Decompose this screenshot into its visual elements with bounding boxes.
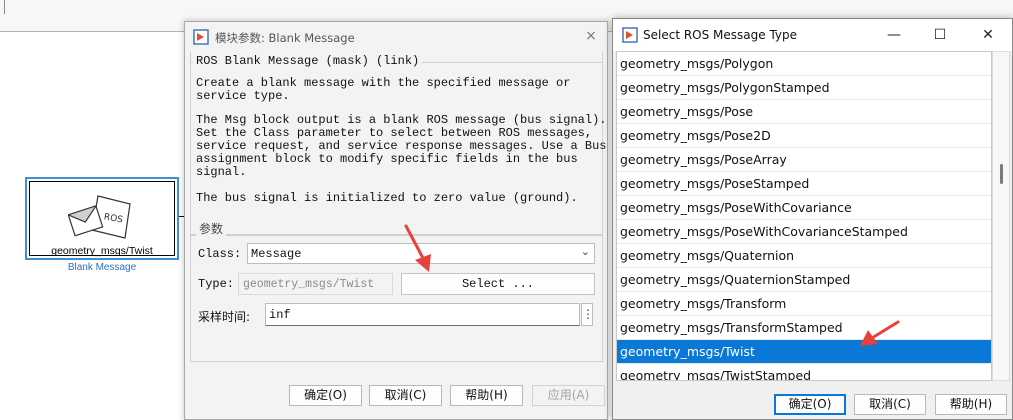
sample-time-label: 采样时间: (198, 310, 251, 324)
message-type-list[interactable]: geometry_msgs/Polygon geometry_msgs/Polyg… (616, 51, 992, 381)
message-type-item[interactable]: geometry_msgs/Twist (617, 340, 991, 364)
message-type-item[interactable]: geometry_msgs/TwistStamped (617, 364, 991, 380)
close-icon[interactable]: ✕ (965, 19, 1011, 51)
close-icon[interactable]: × (581, 26, 601, 46)
canvas-divider (4, 0, 5, 14)
message-type-item[interactable]: geometry_msgs/Polygon (617, 52, 991, 76)
sample-time-input[interactable]: inf (265, 303, 580, 326)
apply-button[interactable]: 应用(A) (532, 385, 605, 406)
message-type-item[interactable]: geometry_msgs/Quaternion (617, 244, 991, 268)
chevron-down-icon: ⌄ (580, 245, 590, 258)
message-type-item[interactable]: geometry_msgs/TransformStamped (617, 316, 991, 340)
simulink-app-icon (622, 27, 638, 43)
ok-button[interactable]: 确定(O) (289, 385, 362, 406)
parameters-heading: 参数 (196, 220, 227, 237)
blank-message-block[interactable]: ROS geometry_msgs/Twist (25, 177, 179, 260)
message-type-item[interactable]: geometry_msgs/PoseStamped (617, 172, 991, 196)
message-type-item[interactable]: geometry_msgs/PoseWithCovariance (617, 196, 991, 220)
type-field-value: geometry_msgs/Twist (243, 278, 375, 291)
select-type-button[interactable]: Select ... (401, 273, 595, 295)
description-paragraph: The Msg block output is a blank ROS mess… (196, 113, 607, 179)
simulink-app-icon (193, 29, 209, 45)
class-dropdown[interactable]: Message ⌄ (247, 243, 595, 264)
select-ros-message-type-window: Select ROS Message Type — ☐ ✕ geometry_m… (612, 18, 1013, 420)
message-type-item[interactable]: geometry_msgs/PoseWithCovarianceStamped (617, 220, 991, 244)
param-dialog-titlebar[interactable]: 模块参数: Blank Message × (185, 22, 607, 51)
sample-time-value: inf (269, 308, 291, 322)
class-label: Class: (198, 247, 242, 261)
ros-window-titlebar[interactable]: Select ROS Message Type — ☐ ✕ (613, 19, 1012, 51)
message-type-item[interactable]: geometry_msgs/Pose (617, 100, 991, 124)
help-button[interactable]: 帮助(H) (935, 394, 1007, 415)
scrollbar-thumb[interactable] (1000, 164, 1003, 184)
message-type-item[interactable]: geometry_msgs/QuaternionStamped (617, 268, 991, 292)
description-paragraph: Create a blank message with the specifie… (196, 76, 571, 103)
ros-window-title: Select ROS Message Type (643, 28, 798, 42)
block-name[interactable]: Blank Message (27, 262, 177, 273)
maximize-icon[interactable]: ☐ (917, 19, 963, 51)
minimize-icon[interactable]: — (871, 19, 917, 51)
more-options-icon[interactable]: ⋮ (581, 303, 594, 326)
block-frame: ROS geometry_msgs/Twist (29, 181, 175, 257)
ros-message-envelope-icon: ROS (68, 195, 131, 239)
message-type-item[interactable]: geometry_msgs/PoseArray (617, 148, 991, 172)
type-label: Type: (198, 277, 235, 291)
block-parameters-dialog: 模块参数: Blank Message × ROS Blank Message … (184, 21, 608, 420)
message-type-item[interactable]: geometry_msgs/PolygonStamped (617, 76, 991, 100)
help-button[interactable]: 帮助(H) (450, 385, 523, 406)
list-scrollbar[interactable] (992, 51, 1010, 381)
description-paragraph: The bus signal is initialized to zero va… (196, 191, 578, 205)
cancel-button[interactable]: 取消(C) (369, 385, 442, 406)
message-type-item[interactable]: geometry_msgs/Pose2D (617, 124, 991, 148)
param-dialog-title: 模块参数: Blank Message (215, 31, 355, 45)
description-heading: ROS Blank Message (mask) (link) (193, 54, 423, 68)
class-dropdown-value: Message (251, 247, 302, 261)
block-output-label: geometry_msgs/Twist (51, 245, 153, 257)
type-field: geometry_msgs/Twist (238, 273, 393, 295)
cancel-button[interactable]: 取消(C) (854, 394, 926, 415)
message-type-item[interactable]: geometry_msgs/Transform (617, 292, 991, 316)
ok-button[interactable]: 确定(O) (774, 394, 846, 415)
